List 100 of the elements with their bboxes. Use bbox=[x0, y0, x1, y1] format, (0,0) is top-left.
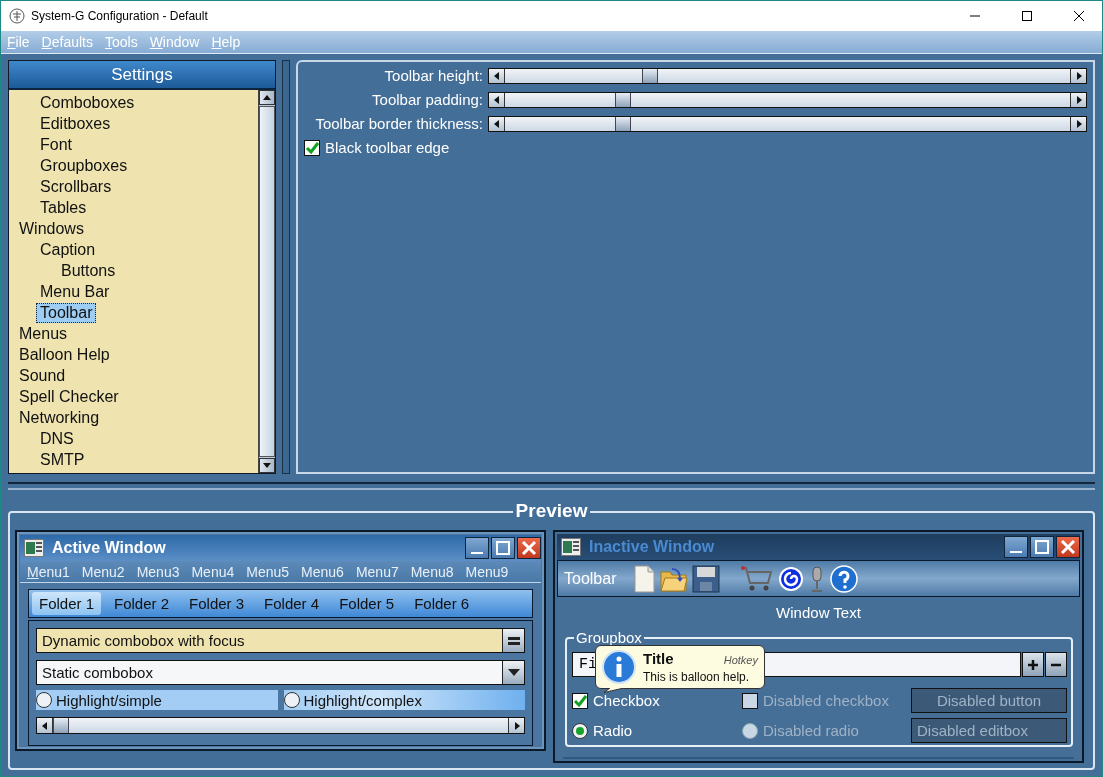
combobox[interactable]: Static combobox bbox=[36, 660, 525, 685]
scroll-right-button[interactable] bbox=[1070, 68, 1086, 83]
combobox[interactable]: Dynamic combobox with focus bbox=[36, 628, 525, 653]
scroll-up-button[interactable] bbox=[259, 90, 275, 105]
tab[interactable]: Folder 4 bbox=[257, 592, 327, 615]
caret-icon bbox=[507, 669, 520, 676]
maximize-button[interactable] bbox=[1030, 536, 1054, 558]
tree-item[interactable]: Networking bbox=[15, 407, 104, 428]
checkbox[interactable] bbox=[304, 139, 320, 156]
checkmark-icon bbox=[305, 140, 319, 155]
minimize-button[interactable] bbox=[1004, 536, 1028, 558]
checkbox-label: Checkbox bbox=[593, 692, 660, 709]
tab[interactable]: Folder 1 bbox=[32, 592, 102, 615]
tree-item[interactable]: Spell Checker bbox=[15, 386, 123, 407]
right-arrow-icon bbox=[1075, 95, 1082, 104]
tree-item[interactable]: Buttons bbox=[57, 260, 120, 281]
scroll-left-button[interactable] bbox=[489, 68, 505, 83]
tree-item[interactable]: Comboboxes bbox=[36, 92, 139, 113]
spiral-logo-icon[interactable] bbox=[778, 564, 805, 593]
slider[interactable] bbox=[488, 115, 1087, 132]
minimize-icon bbox=[471, 552, 483, 554]
increment-button[interactable] bbox=[1022, 652, 1044, 677]
tab[interactable]: Folder 3 bbox=[182, 592, 252, 615]
tab[interactable]: Folder 2 bbox=[107, 592, 177, 615]
checkmark-icon bbox=[573, 693, 587, 708]
scroll-left-button[interactable] bbox=[37, 718, 53, 733]
left-arrow-icon bbox=[41, 721, 48, 730]
tab[interactable]: Folder 6 bbox=[407, 592, 477, 615]
scroll-down-button[interactable] bbox=[259, 458, 275, 473]
scroll-left-button[interactable] bbox=[489, 116, 505, 131]
radio-button[interactable] bbox=[572, 722, 588, 739]
tree-item[interactable]: Editboxes bbox=[36, 113, 115, 134]
slider-thumb[interactable] bbox=[642, 68, 659, 83]
checkbox[interactable] bbox=[572, 692, 588, 709]
slider[interactable] bbox=[36, 717, 525, 734]
close-button[interactable] bbox=[517, 537, 541, 559]
close-button[interactable] bbox=[1056, 536, 1080, 558]
help-icon[interactable] bbox=[830, 564, 859, 593]
shopping-cart-icon[interactable] bbox=[740, 564, 775, 593]
info-icon bbox=[601, 649, 637, 685]
radio-label: Radio bbox=[593, 722, 633, 739]
tree-item[interactable]: Menus bbox=[15, 323, 72, 344]
maximize-button[interactable] bbox=[491, 537, 515, 559]
minimize-button[interactable] bbox=[465, 537, 489, 559]
menu-item[interactable]: Menu4 bbox=[191, 563, 235, 580]
window-icon bbox=[24, 539, 44, 557]
menu-item[interactable]: Menu7 bbox=[355, 563, 399, 580]
window-title: Inactive Window bbox=[589, 538, 715, 556]
slider-label: Toolbar height: bbox=[383, 67, 484, 84]
radio-button[interactable] bbox=[283, 692, 300, 708]
scroll-right-button[interactable] bbox=[1070, 92, 1086, 107]
menu-item[interactable]: Menu3 bbox=[136, 563, 180, 580]
tree-item[interactable]: Sound bbox=[15, 365, 70, 386]
tree-item[interactable]: Scrollbars bbox=[36, 176, 116, 197]
close-icon bbox=[1074, 11, 1084, 21]
radio-label: Highlight/simple bbox=[56, 691, 162, 709]
groupbox-title: Groupbox bbox=[574, 629, 644, 646]
window-icon bbox=[561, 538, 581, 556]
scroll-left-button[interactable] bbox=[489, 92, 505, 107]
tree-item[interactable]: Caption bbox=[36, 239, 100, 260]
slider-thumb[interactable] bbox=[614, 92, 631, 107]
tree-item[interactable]: SMTP bbox=[36, 449, 89, 470]
panel-header: Settings bbox=[9, 61, 275, 90]
decrement-button[interactable] bbox=[1045, 652, 1067, 677]
menu-item[interactable]: Menu5 bbox=[246, 563, 290, 580]
tree-item[interactable]: Menu Bar bbox=[36, 281, 114, 302]
tree-item[interactable]: Groupboxes bbox=[36, 155, 132, 176]
equals-icon bbox=[507, 635, 520, 646]
menu-item[interactable]: Menu8 bbox=[410, 563, 454, 580]
tree-item[interactable]: Toolbar bbox=[36, 302, 97, 323]
radio-button[interactable] bbox=[36, 692, 52, 708]
toolbar-label: Toolbar bbox=[564, 569, 617, 588]
scroll-right-button[interactable] bbox=[1070, 116, 1086, 131]
slider[interactable] bbox=[488, 67, 1087, 84]
menu-item[interactable]: Menu1 bbox=[27, 563, 70, 580]
slider-thumb[interactable] bbox=[53, 718, 69, 733]
slider-thumb[interactable] bbox=[614, 116, 631, 131]
menu-item[interactable]: Menu9 bbox=[465, 563, 509, 580]
radio-label: Disabled radio bbox=[763, 722, 859, 739]
left-arrow-icon bbox=[493, 95, 500, 104]
tree-item[interactable]: DNS bbox=[36, 428, 78, 449]
right-arrow-icon bbox=[1075, 119, 1082, 128]
window-text: Window Text bbox=[775, 604, 862, 622]
new-document-icon[interactable] bbox=[632, 564, 657, 593]
down-arrow-icon bbox=[263, 463, 271, 468]
window-title: System-G Configuration - Default bbox=[31, 9, 208, 23]
checkbox-label: Disabled checkbox bbox=[763, 692, 889, 709]
tab[interactable]: Folder 5 bbox=[332, 592, 402, 615]
close-icon bbox=[1060, 539, 1076, 555]
menu-item[interactable]: Menu2 bbox=[81, 563, 125, 580]
scroll-right-button[interactable] bbox=[508, 718, 524, 733]
plus-icon bbox=[1028, 659, 1038, 670]
menu-item[interactable]: Menu6 bbox=[301, 563, 344, 580]
tree-item[interactable]: Balloon Help bbox=[15, 344, 114, 365]
slider[interactable] bbox=[488, 91, 1087, 108]
tree-item[interactable]: Windows bbox=[15, 218, 88, 239]
tree-item[interactable]: Font bbox=[36, 134, 76, 155]
radio-label: Highlight/complex bbox=[303, 691, 422, 709]
minimize-icon bbox=[1010, 551, 1022, 553]
tree-item[interactable]: Tables bbox=[36, 197, 91, 218]
